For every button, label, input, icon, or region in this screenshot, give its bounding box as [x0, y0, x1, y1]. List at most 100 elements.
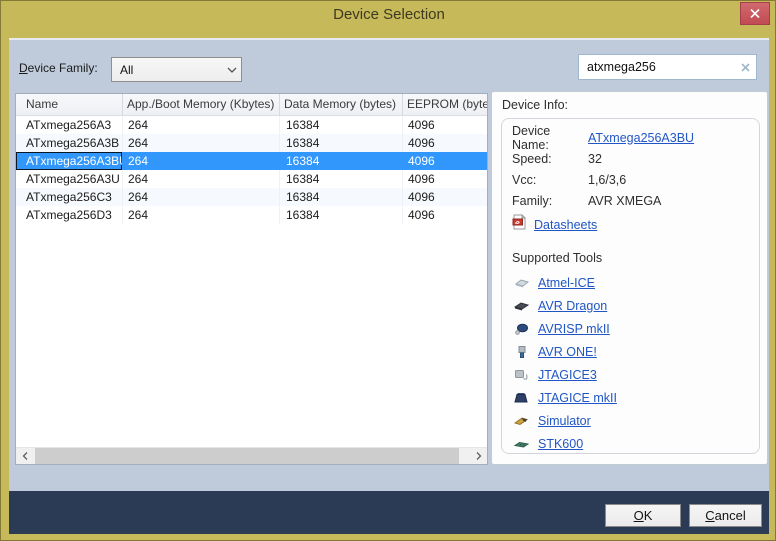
tool-row: Simulator	[512, 409, 759, 432]
search-input[interactable]	[579, 55, 731, 79]
table-row[interactable]: ATxmega256A3B 264 16384 4096	[16, 134, 487, 152]
cell-data-memory: 16384	[280, 206, 403, 224]
tool-row: AVR Dragon	[512, 294, 759, 317]
table-row[interactable]: ATxmega256D3 264 16384 4096	[16, 206, 487, 224]
window-title: Device Selection	[1, 1, 776, 29]
cell-eeprom: 4096	[403, 188, 487, 206]
cell-data-memory: 16384	[280, 188, 403, 206]
device-family-value: All	[112, 63, 223, 77]
cell-app-boot: 264	[123, 134, 280, 152]
cancel-button[interactable]: Cancel	[689, 504, 762, 527]
table-row[interactable]: ATxmega256C3 264 16384 4096	[16, 188, 487, 206]
dialog-body: Device Family: All Name App./Boot Memory…	[9, 38, 769, 534]
search-clear-button[interactable]	[738, 61, 752, 74]
pdf-icon	[512, 214, 527, 235]
family-label: Family:	[512, 194, 588, 208]
device-name-row: Device Name: ATxmega256A3BU	[512, 127, 759, 148]
cell-name: ATxmega256D3	[16, 206, 123, 224]
table-header: Name App./Boot Memory (Kbytes) Data Memo…	[16, 94, 487, 116]
scroll-left-arrow-icon[interactable]	[16, 448, 33, 464]
supported-tools-title: Supported Tools	[512, 251, 759, 271]
family-row: Family: AVR XMEGA	[512, 190, 759, 211]
speed-value: 32	[588, 152, 602, 166]
cell-eeprom: 4096	[403, 116, 487, 134]
tool-link-simulator[interactable]: Simulator	[538, 414, 591, 428]
cell-app-boot: 264	[123, 116, 280, 134]
ok-button[interactable]: OK	[605, 504, 681, 527]
vcc-row: Vcc: 1,6/3,6	[512, 169, 759, 190]
jtagice-mkii-icon	[512, 391, 532, 405]
cell-app-boot: 264	[123, 206, 280, 224]
tool-row: JTAGICE mkII	[512, 386, 759, 409]
device-info-box: Device Name: ATxmega256A3BU Speed: 32 Vc…	[501, 118, 760, 454]
vcc-label: Vcc:	[512, 173, 588, 187]
device-family-label: Device Family:	[19, 61, 98, 75]
chevron-down-icon	[223, 67, 241, 73]
atmel-ice-icon	[512, 276, 532, 290]
titlebar: Device Selection	[1, 1, 776, 38]
tool-link-atmel-ice[interactable]: Atmel-ICE	[538, 276, 595, 290]
tool-link-avr-one[interactable]: AVR ONE!	[538, 345, 597, 359]
column-header-eeprom[interactable]: EEPROM (bytes)	[403, 94, 487, 115]
close-button[interactable]	[740, 2, 770, 25]
table-row-selected[interactable]: ATxmega256A3BU 264 16384 4096	[16, 152, 487, 170]
cell-name: ATxmega256A3BU	[16, 152, 123, 170]
cell-eeprom: 4096	[403, 152, 487, 170]
cell-eeprom: 4096	[403, 134, 487, 152]
tool-row: JTAGICE3	[512, 363, 759, 386]
vcc-value: 1,6/3,6	[588, 173, 626, 187]
tool-row: AVR ONE!	[512, 340, 759, 363]
family-value: AVR XMEGA	[588, 194, 661, 208]
cell-name: ATxmega256A3B	[16, 134, 123, 152]
avrisp-mkii-icon	[512, 322, 532, 336]
jtagice3-icon	[512, 368, 532, 382]
device-search-box	[578, 54, 757, 80]
device-selection-dialog: Device Selection Device Family: All	[0, 0, 776, 541]
tool-row: Atmel-ICE	[512, 271, 759, 294]
datasheets-link[interactable]: Datasheets	[534, 218, 597, 232]
speed-label: Speed:	[512, 152, 588, 166]
clear-x-icon	[740, 62, 751, 73]
tool-link-jtagice-mkii[interactable]: JTAGICE mkII	[538, 391, 617, 405]
tool-row: STK600	[512, 432, 759, 454]
device-name-link[interactable]: ATxmega256A3BU	[588, 131, 694, 145]
cell-eeprom: 4096	[403, 206, 487, 224]
cell-app-boot: 264	[123, 188, 280, 206]
cell-data-memory: 16384	[280, 152, 403, 170]
tool-link-avrisp-mkii[interactable]: AVRISP mkII	[538, 322, 610, 336]
horizontal-scrollbar[interactable]	[16, 447, 487, 464]
device-family-select[interactable]: All	[111, 57, 242, 82]
column-header-data-memory[interactable]: Data Memory (bytes)	[280, 94, 403, 115]
column-header-app-boot-memory[interactable]: App./Boot Memory (Kbytes)	[123, 94, 280, 115]
scroll-right-arrow-icon[interactable]	[470, 448, 487, 464]
cell-name: ATxmega256C3	[16, 188, 123, 206]
speed-row: Speed: 32	[512, 148, 759, 169]
tool-link-stk600[interactable]: STK600	[538, 437, 583, 451]
datasheets-row: Datasheets	[512, 213, 759, 236]
cell-name: ATxmega256A3	[16, 116, 123, 134]
close-icon	[750, 5, 760, 23]
device-info-panel: Device Info: Device Name: ATxmega256A3BU…	[491, 91, 768, 465]
tool-row: AVRISP mkII	[512, 317, 759, 340]
cell-app-boot: 264	[123, 170, 280, 188]
cell-name: ATxmega256A3U	[16, 170, 123, 188]
column-header-name[interactable]: Name	[16, 94, 123, 115]
cell-data-memory: 16384	[280, 170, 403, 188]
cell-app-boot: 264	[123, 152, 280, 170]
device-table: Name App./Boot Memory (Kbytes) Data Memo…	[15, 93, 488, 465]
cell-data-memory: 16384	[280, 116, 403, 134]
tool-link-avr-dragon[interactable]: AVR Dragon	[538, 299, 607, 313]
scrollbar-thumb[interactable]	[35, 448, 459, 464]
tool-link-jtagice3[interactable]: JTAGICE3	[538, 368, 597, 382]
footer-bar: OK Cancel	[9, 491, 769, 534]
avr-one-icon	[512, 345, 532, 359]
table-row[interactable]: ATxmega256A3 264 16384 4096	[16, 116, 487, 134]
device-info-title: Device Info:	[502, 98, 568, 112]
stk600-icon	[512, 437, 532, 451]
table-row[interactable]: ATxmega256A3U 264 16384 4096	[16, 170, 487, 188]
avr-dragon-icon	[512, 299, 532, 313]
simulator-icon	[512, 414, 532, 428]
device-name-label: Device Name:	[512, 124, 588, 152]
cell-data-memory: 16384	[280, 134, 403, 152]
cell-eeprom: 4096	[403, 170, 487, 188]
